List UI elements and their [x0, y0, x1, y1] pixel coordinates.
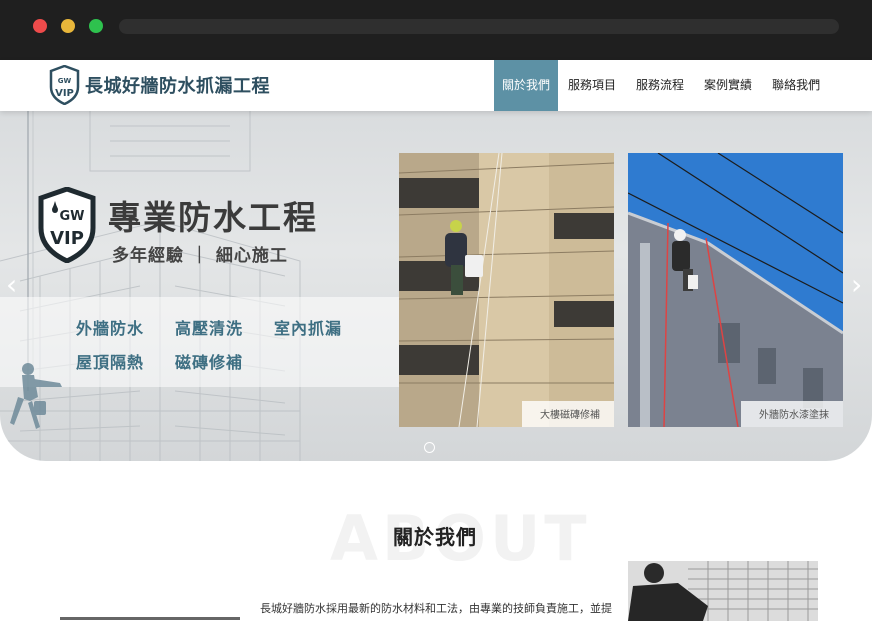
hero-logo-icon: GW VIP: [38, 187, 96, 263]
hero-logo-text-top: GW: [59, 209, 84, 224]
hero-subtitle: 多年經驗 ｜ 細心施工: [112, 246, 288, 266]
nav-contact[interactable]: 聯絡我們: [762, 60, 830, 111]
hero-logo-text-bottom: VIP: [50, 228, 84, 249]
exterior-paint-photo: [628, 153, 843, 427]
logo-text-top: GW: [58, 77, 72, 85]
service-pressure-wash: 高壓清洗: [175, 319, 244, 338]
photo-caption: 外牆防水漆塗抹: [741, 401, 843, 427]
hero-banner: GW VIP 專業防水工程 多年經驗 ｜ 細心施工 外牆防水 高壓清洗 室內抓漏…: [0, 111, 872, 461]
tile-repair-photo: [399, 153, 614, 427]
slider-next-arrow-icon[interactable]: ›: [851, 271, 865, 299]
nav-process[interactable]: 服務流程: [626, 60, 694, 111]
service-exterior-waterproof: 外牆防水: [76, 319, 145, 338]
about-worker-photo: [628, 561, 818, 621]
nav-cases[interactable]: 案例實績: [694, 60, 762, 111]
nav-services[interactable]: 服務項目: [558, 60, 626, 111]
slider-prev-arrow-icon[interactable]: ‹: [6, 271, 20, 299]
browser-chrome: [0, 0, 872, 60]
minimize-window-dot[interactable]: [61, 19, 75, 33]
service-indoor-leak: 室內抓漏: [274, 319, 343, 338]
about-photo: [628, 561, 818, 621]
slide-photo-tile-repair[interactable]: 大樓磁磚修補: [399, 153, 614, 427]
hero-title: 專業防水工程: [108, 198, 318, 237]
address-bar[interactable]: [119, 19, 839, 34]
worker-silhouette-icon: [10, 363, 62, 429]
service-roof-insulation: 屋頂隔熱: [76, 353, 145, 372]
logo-text-bottom: VIP: [55, 88, 74, 99]
slide-photo-exterior-paint[interactable]: 外牆防水漆塗抹: [628, 153, 843, 427]
nav-about[interactable]: 關於我們: [494, 60, 559, 111]
close-window-dot[interactable]: [33, 19, 47, 33]
maximize-window-dot[interactable]: [89, 19, 103, 33]
gw-vip-logo-icon[interactable]: GW VIP: [49, 65, 80, 105]
main-nav: 關於我們 服務項目 服務流程 案例實績 聯絡我們: [494, 60, 830, 111]
about-text: 長城好牆防水採用最新的防水材料和工法，由專業的技師負責施工，並提: [260, 602, 612, 615]
photo-caption: 大樓磁磚修補: [522, 401, 614, 427]
slider-dot[interactable]: [424, 442, 435, 453]
brand-name[interactable]: 長城好牆防水抓漏工程: [85, 72, 270, 98]
service-tile-repair: 磁磚修補: [175, 353, 244, 372]
about-title: 關於我們: [393, 525, 477, 549]
site-header: GW VIP 長城好牆防水抓漏工程 關於我們 服務項目 服務流程 案例實績 聯絡…: [0, 60, 872, 111]
